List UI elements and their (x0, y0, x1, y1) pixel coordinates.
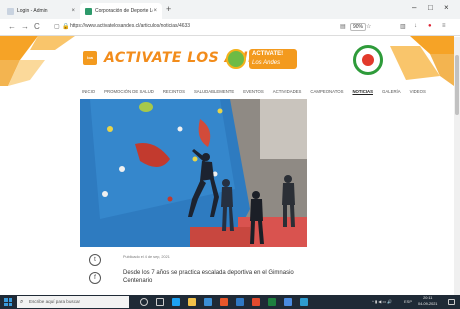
task-view-icon[interactable] (156, 298, 164, 306)
municipal-seal-logo[interactable] (353, 45, 383, 75)
clock-date: 04-09-2021 (418, 301, 438, 306)
browser-tab-bar: Login - Admin × Corporación de Deporte L… (0, 0, 460, 19)
maximize-button[interactable]: □ (428, 3, 433, 12)
activate-logo-icon[interactable] (226, 49, 246, 69)
article-headline[interactable]: Desde los 7 años se practica escalada de… (123, 269, 303, 285)
menu-item-inicio[interactable]: INICIO (82, 89, 95, 97)
menu-item-recintos[interactable]: RECINTOS (163, 89, 185, 97)
menu-item-galeria[interactable]: GALERÍA (382, 89, 401, 97)
tray-language[interactable]: ESP (404, 299, 412, 304)
menu-item-actividades[interactable]: ACTIVIDADES (273, 89, 302, 97)
menu-item-saludablemente[interactable]: SALUDABLEMENTE (194, 89, 234, 97)
scrollbar-thumb[interactable] (455, 55, 459, 115)
site-header: loa ACTIVATE LOS ANDES ACTIVATE! Los And… (0, 36, 460, 86)
article-date: Publicado el 4 de sep, 2021 (123, 255, 170, 259)
firefox-icon[interactable] (252, 298, 260, 306)
facebook-share-icon[interactable]: f (89, 272, 101, 284)
zoom-level[interactable]: 90% (350, 23, 367, 31)
lock-icon: 🔒 (62, 24, 70, 30)
word-icon[interactable] (236, 298, 244, 306)
reader-icon[interactable]: ▤ (340, 23, 346, 30)
excel-icon[interactable] (268, 298, 276, 306)
windows-taskbar: ⌕ Escribe aquí para buscar ^ ▮ ◀ ▭ 🔊 ESP… (0, 295, 460, 309)
menu-item-promocion-salud[interactable]: PROMOCIÓN DE SALUD (104, 89, 154, 97)
seal-apple-icon (362, 54, 374, 66)
back-button[interactable]: ← (8, 22, 16, 31)
menu-item-noticias[interactable]: NOTICIAS (352, 89, 373, 97)
taskbar-search-input[interactable]: ⌕ Escribe aquí para buscar (17, 296, 129, 308)
tab-corporacion-deporte[interactable]: Corporación de Deporte Los Ar × (80, 3, 162, 19)
tab-favicon (85, 7, 92, 15)
edge-icon[interactable] (172, 298, 180, 306)
activate-logo-line: ACTIVATE! (252, 51, 284, 57)
twitter-share-icon[interactable]: t (89, 254, 101, 266)
close-window-button[interactable]: × (444, 3, 449, 12)
search-placeholder: Escribe aquí para buscar (29, 299, 81, 304)
tray-icons[interactable]: ^ ▮ ◀ ▭ 🔊 (372, 299, 392, 304)
extension-icon[interactable]: ● (428, 23, 432, 29)
store-icon[interactable] (204, 298, 212, 306)
reload-button[interactable]: C (34, 22, 40, 31)
tab-title: Login - Admin (17, 8, 48, 14)
tab-favicon (7, 7, 14, 15)
shield-icon: ▢ (54, 24, 60, 30)
article-hero-photo (80, 99, 307, 247)
bookmark-star-icon[interactable]: ☆ (366, 23, 371, 30)
close-icon[interactable]: × (153, 8, 157, 14)
library-icon[interactable]: ▥ (400, 23, 406, 30)
search-icon: ⌕ (20, 299, 24, 305)
decorative-shapes-left (0, 36, 75, 86)
menu-item-videos[interactable]: VIDEOS (410, 89, 426, 97)
tab-login-admin[interactable]: Login - Admin × (2, 3, 80, 19)
brand-mark-logo[interactable]: loa (83, 51, 97, 65)
menu-icon[interactable]: ≡ (442, 23, 446, 29)
screen: Login - Admin × Corporación de Deporte L… (0, 0, 460, 309)
minimize-button[interactable]: – (412, 3, 416, 12)
main-menu: INICIO PROMOCIÓN DE SALUD RECINTOS SALUD… (82, 89, 426, 97)
close-icon[interactable]: × (71, 8, 75, 14)
notifications-icon[interactable] (448, 299, 455, 305)
climbing-wall-illustration (80, 99, 307, 247)
new-tab-button[interactable]: + (166, 4, 171, 14)
tab-title: Corporación de Deporte Los Ar (95, 8, 153, 14)
menu-item-campeonatos[interactable]: CAMPEONATOS (310, 89, 343, 97)
windows-start-icon[interactable] (4, 298, 12, 306)
url-field[interactable]: https://www.activatelosandes.cl/articulo… (70, 23, 190, 29)
decorative-shapes-right (390, 36, 454, 86)
photos-icon[interactable] (284, 298, 292, 306)
cortana-icon[interactable] (140, 298, 148, 306)
activate-logo-line: Los Andes (252, 60, 281, 66)
download-icon[interactable]: ↓ (414, 23, 417, 29)
file-explorer-icon[interactable] (188, 298, 196, 306)
app-icon[interactable] (300, 298, 308, 306)
taskbar-clock[interactable]: 20:11 04-09-2021 (418, 296, 437, 307)
forward-button[interactable]: → (21, 22, 29, 31)
activate-logo-text[interactable]: ACTIVATE! Los Andes (249, 49, 297, 69)
menu-item-eventos[interactable]: EVENTOS (243, 89, 263, 97)
address-bar: ← → C ▢ 🔒 https://www.activatelosandes.c… (0, 19, 460, 36)
office-icon[interactable] (220, 298, 228, 306)
